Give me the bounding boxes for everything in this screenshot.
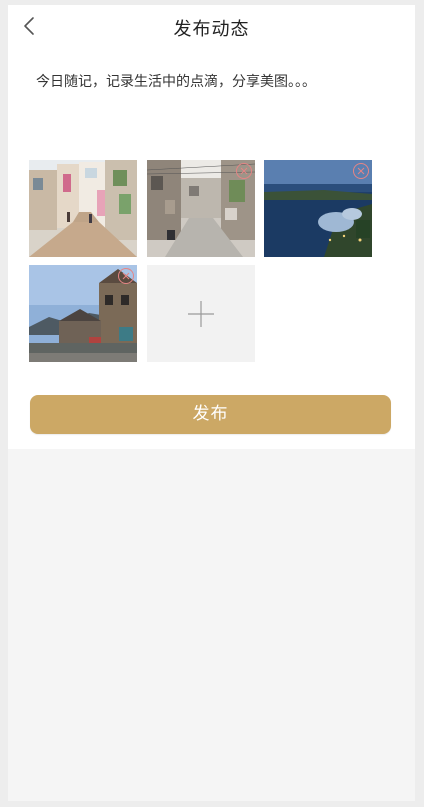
page: 发布动态 今日随记，记录生活中的点滴，分享美图。。。 发布 — [8, 5, 415, 801]
publish-button[interactable]: 发布 — [30, 395, 391, 434]
street-photo — [29, 160, 137, 257]
remove-photo-icon[interactable] — [117, 267, 135, 285]
post-text-input[interactable]: 今日随记，记录生活中的点滴，分享美图。。。 — [36, 71, 396, 161]
remove-photo-icon[interactable] — [352, 162, 370, 180]
navigation-bar: 发布动态 — [8, 5, 415, 49]
photo-thumbnail-1[interactable] — [29, 160, 137, 257]
photo-thumbnail-4[interactable] — [29, 265, 137, 362]
post-editor-card: 发布动态 今日随记，记录生活中的点滴，分享美图。。。 发布 — [8, 5, 415, 449]
photo-thumbnail-2[interactable] — [147, 160, 255, 257]
photo-thumbnail-3[interactable] — [264, 160, 372, 257]
page-title: 发布动态 — [173, 19, 250, 40]
plus-icon — [188, 301, 214, 327]
remove-photo-icon[interactable] — [235, 162, 253, 180]
add-photo-button[interactable] — [147, 265, 255, 362]
